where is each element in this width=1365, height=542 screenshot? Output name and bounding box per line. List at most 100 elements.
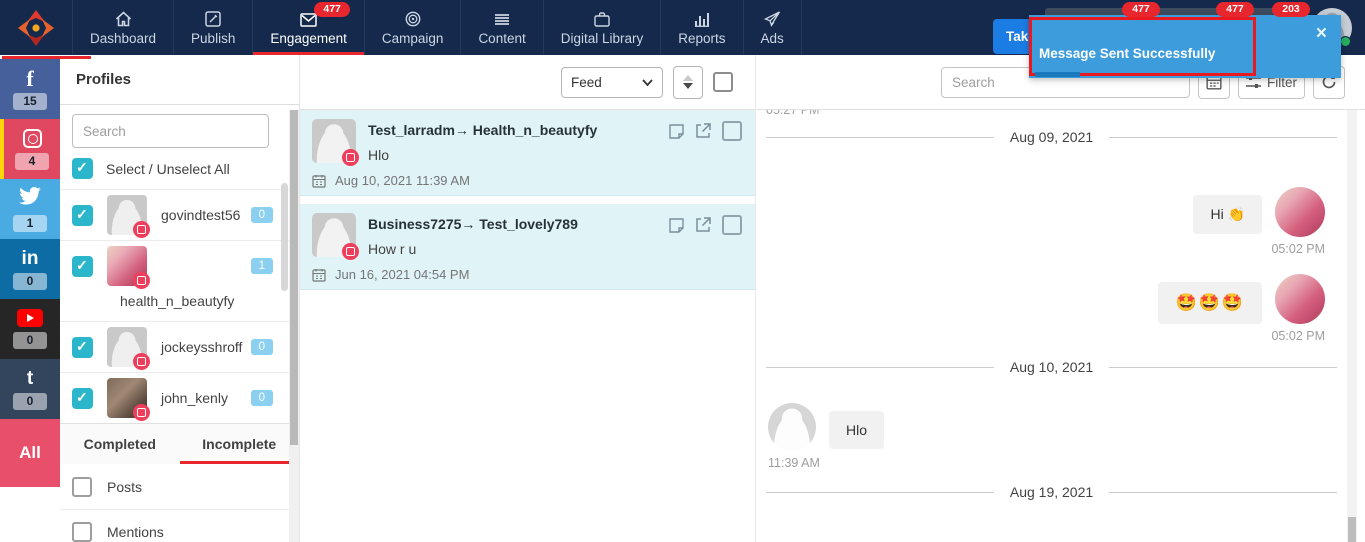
message-bubble: Hi 👏: [1193, 195, 1262, 234]
main-nav: Dashboard Publish 477 Engagement Campaig…: [72, 0, 802, 55]
sort-order-button[interactable]: [673, 66, 703, 99]
nav-item-campaign[interactable]: Campaign: [365, 0, 462, 55]
nav-item-digital-library[interactable]: Digital Library: [544, 0, 662, 55]
account-row[interactable]: jockeysshroff 0: [60, 321, 299, 372]
sidebar-item-facebook[interactable]: f 15: [0, 59, 60, 119]
sort-up-icon: [683, 75, 693, 81]
nav-item-ads[interactable]: Ads: [744, 0, 802, 55]
select-all-label: Select / Unselect All: [106, 161, 230, 177]
youtube-count-badge: 0: [13, 332, 47, 349]
sidebar-item-linkedin[interactable]: in 0: [0, 239, 60, 299]
feed-view-value: Feed: [571, 75, 602, 90]
twitter-count-badge: 1: [13, 215, 47, 232]
feed-header: Feed: [300, 55, 755, 110]
social-network-rail: f 15 4 1 in 0 0 t 0 All: [0, 59, 60, 487]
message-bubble: 🤩🤩🤩: [1158, 282, 1262, 324]
nav-item-content[interactable]: Content: [461, 0, 543, 55]
sidebar-item-twitter[interactable]: 1: [0, 179, 60, 239]
conversation-thread[interactable]: 05:27 PM Aug 09, 2021 Hi 👏 05:02 PM 🤩🤩🤩 …: [756, 110, 1347, 542]
conversation-scrollbar[interactable]: [1347, 110, 1357, 542]
message-time: 05:02 PM: [766, 329, 1337, 343]
message-preview: How r u: [368, 241, 578, 257]
message-time: 05:27 PM: [766, 110, 1337, 117]
account-checkbox[interactable]: [72, 337, 93, 358]
nav-item-engagement[interactable]: 477 Engagement: [253, 0, 365, 55]
conversation-title: Test_larradm→ Health_n_beautyfy: [368, 119, 597, 138]
sidebar-item-all[interactable]: All: [0, 419, 60, 487]
instagram-badge-icon: [342, 149, 359, 166]
open-external-icon[interactable]: [695, 217, 711, 233]
account-row[interactable]: govindtest56 0: [60, 189, 299, 240]
note-icon[interactable]: [669, 218, 684, 233]
card-checkbox[interactable]: [722, 121, 742, 141]
account-avatar: [107, 195, 147, 235]
conversation-title: Business7275→ Test_lovely789: [368, 213, 578, 232]
instagram-badge-icon: [133, 221, 150, 238]
feed-card[interactable]: Business7275→ Test_lovely789 How r u Jun…: [300, 204, 755, 290]
profiles-scrollbar[interactable]: [289, 110, 299, 542]
nav-label: Content: [478, 31, 525, 46]
scrollbar-thumb[interactable]: [1348, 517, 1356, 542]
scrollbar-thumb[interactable]: [290, 110, 298, 445]
calendar-icon: [312, 268, 326, 282]
profiles-list-scrollbar[interactable]: [281, 183, 288, 291]
counter-badge: 477: [1122, 2, 1160, 17]
account-count-badge: 0: [251, 207, 273, 223]
card-checkbox[interactable]: [722, 215, 742, 235]
close-icon[interactable]: ×: [1316, 24, 1327, 44]
chevron-down-icon: [642, 79, 653, 86]
nav-label: Publish: [191, 31, 235, 46]
filter-label: Posts: [107, 479, 142, 495]
account-checkbox[interactable]: [72, 205, 93, 226]
account-avatar: [107, 246, 147, 286]
select-all-checkbox[interactable]: [72, 158, 93, 179]
account-checkbox[interactable]: [72, 256, 93, 277]
nav-item-publish[interactable]: Publish: [174, 0, 253, 55]
home-icon: [115, 10, 132, 27]
counter-badge: 477: [1216, 2, 1254, 17]
filter-row-mentions[interactable]: Mentions: [60, 509, 299, 542]
mentions-checkbox[interactable]: [72, 522, 92, 542]
message-time: 11:39 AM: [766, 456, 1337, 470]
account-name: health_n_beautyfy: [60, 289, 299, 321]
tab-completed[interactable]: Completed: [60, 424, 180, 464]
list-icon: [494, 10, 510, 27]
sidebar-item-instagram[interactable]: 4: [0, 119, 60, 179]
app-logo: [0, 0, 72, 55]
nav-item-dashboard[interactable]: Dashboard: [72, 0, 174, 55]
all-label: All: [19, 443, 41, 463]
sidebar-item-tumblr[interactable]: t 0: [0, 359, 60, 419]
filter-row-posts[interactable]: Posts: [60, 464, 299, 509]
feed-view-select[interactable]: Feed: [561, 67, 663, 98]
profiles-search-input[interactable]: [72, 114, 269, 148]
toast-progress-bar: [1035, 72, 1080, 77]
posts-checkbox[interactable]: [72, 477, 92, 497]
account-avatar: [107, 378, 147, 418]
nav-label: Ads: [761, 31, 784, 46]
progress-bar: [2, 56, 91, 59]
tab-incomplete[interactable]: Incomplete: [180, 424, 300, 464]
account-row[interactable]: 1: [60, 240, 299, 291]
account-count-badge: 0: [251, 390, 273, 406]
sender-avatar: [312, 213, 356, 257]
select-all-feed-checkbox[interactable]: [713, 72, 733, 92]
twitter-icon: [19, 187, 41, 210]
account-checkbox[interactable]: [72, 388, 93, 409]
account-count-badge: 1: [251, 258, 273, 274]
profiles-panel: Profiles Select / Unselect All govindtes…: [60, 55, 300, 542]
date-separator: Aug 10, 2021: [766, 359, 1337, 375]
instagram-badge-icon: [133, 353, 150, 370]
feed-card[interactable]: Test_larradm→ Health_n_beautyfy Hlo Aug …: [300, 110, 755, 196]
open-external-icon[interactable]: [695, 123, 711, 139]
sidebar-item-youtube[interactable]: 0: [0, 299, 60, 359]
instagram-icon: [23, 129, 42, 148]
message-row: Hlo: [766, 403, 1337, 451]
account-row[interactable]: john_kenly 0: [60, 372, 299, 423]
message-row: 🤩🤩🤩: [766, 274, 1337, 324]
account-avatar: [107, 327, 147, 367]
separator-date: Aug 19, 2021: [1010, 484, 1093, 500]
profiles-panel-title: Profiles: [60, 55, 299, 105]
tumblr-icon: t: [27, 369, 33, 388]
note-icon[interactable]: [669, 124, 684, 139]
nav-item-reports[interactable]: Reports: [661, 0, 743, 55]
